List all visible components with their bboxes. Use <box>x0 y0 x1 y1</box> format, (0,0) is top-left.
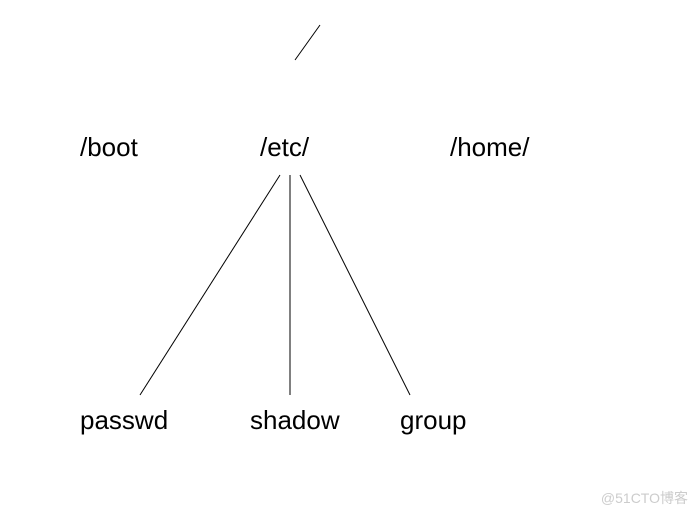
node-group: group <box>400 405 467 436</box>
node-home: /home/ <box>450 132 530 163</box>
node-passwd: passwd <box>80 405 168 436</box>
edge-etc-passwd <box>140 175 280 395</box>
node-shadow: shadow <box>250 405 340 436</box>
watermark: @51CTO博客 <box>601 488 688 508</box>
root-slash-line <box>295 25 320 60</box>
node-boot: /boot <box>80 132 138 163</box>
edge-etc-group <box>300 175 410 395</box>
node-etc: /etc/ <box>260 132 309 163</box>
